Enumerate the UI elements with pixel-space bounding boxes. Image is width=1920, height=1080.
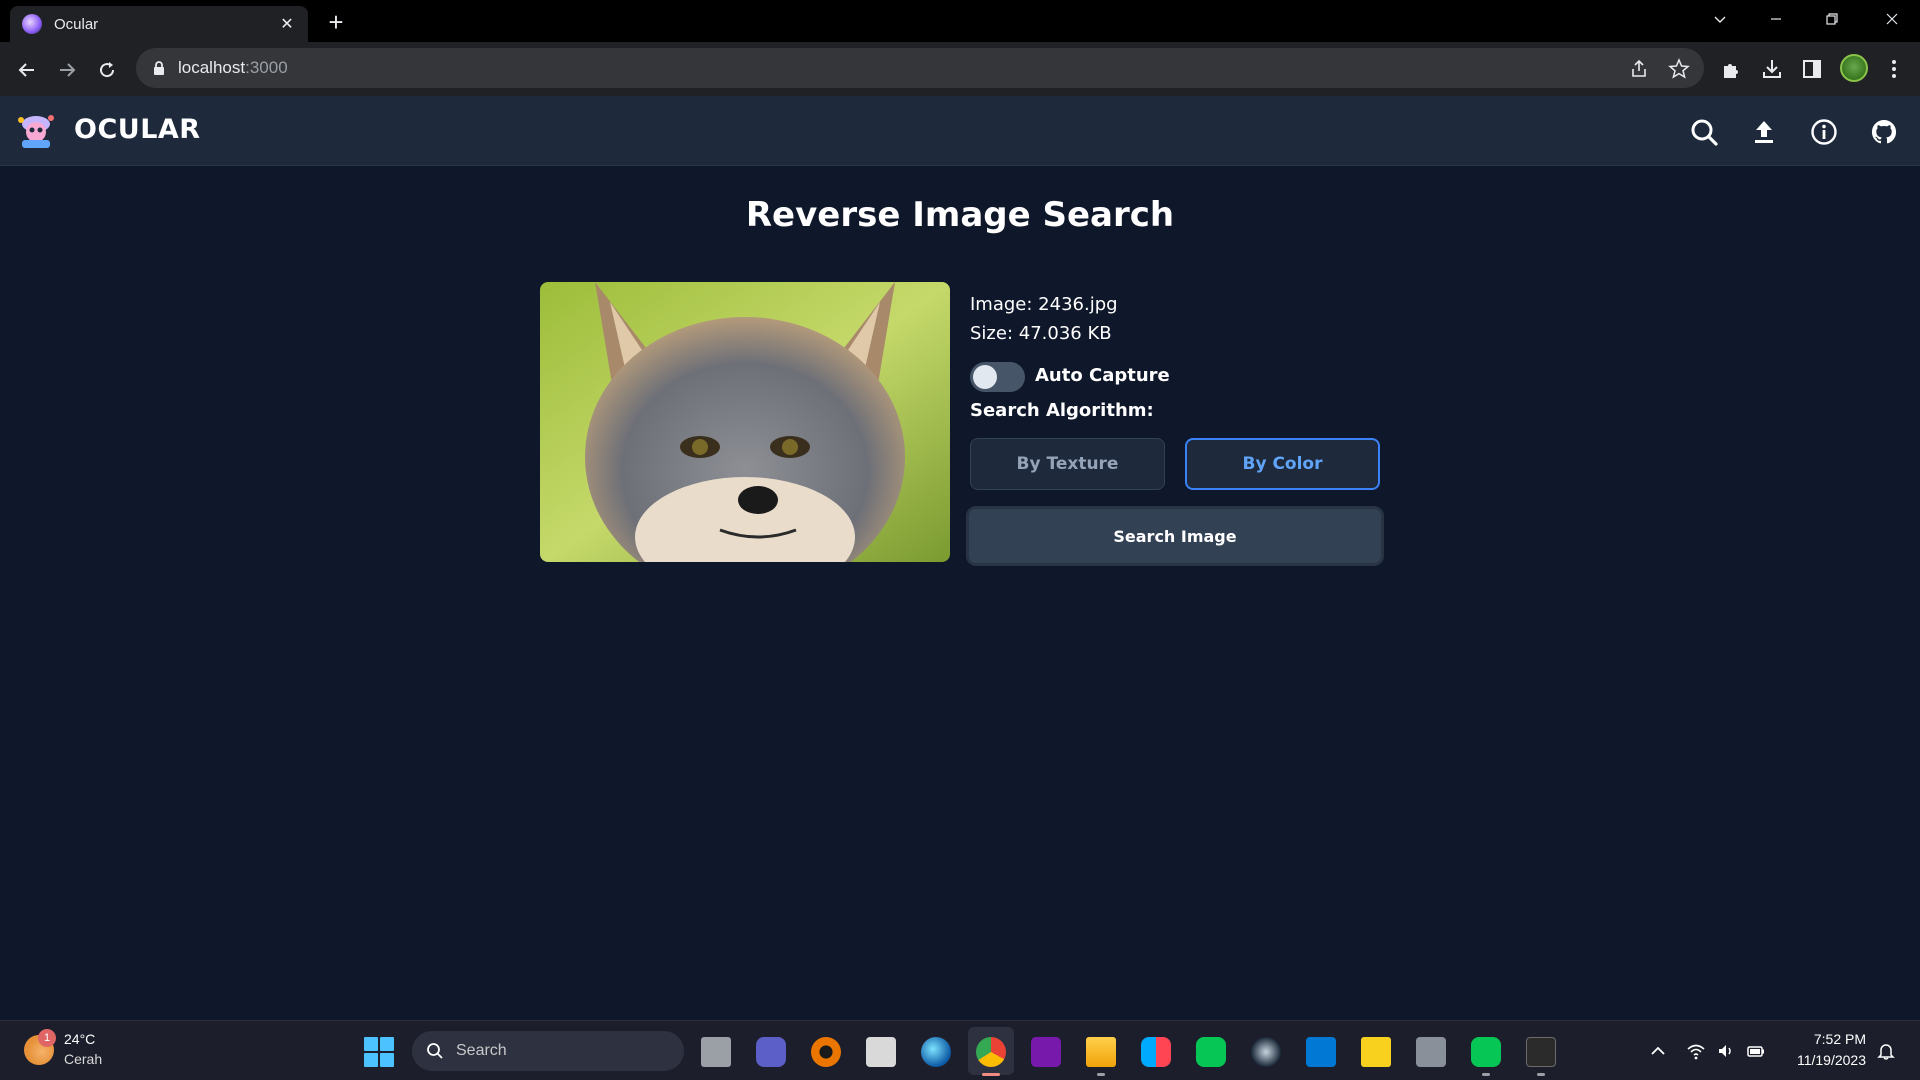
file-explorer-icon[interactable] [1086,1037,1116,1067]
game-switch-icon[interactable] [1141,1037,1171,1067]
info-icon[interactable] [1810,118,1838,146]
app-brand[interactable]: OCULAR [74,114,201,145]
terminal-icon[interactable] [1526,1037,1556,1067]
ocular-favicon-icon [22,14,42,34]
image-name-label: Image: 2436.jpg [970,294,1118,315]
line-icon[interactable] [1196,1037,1226,1067]
app-header: OCULAR [0,96,1920,166]
taskbar-search[interactable]: Search [412,1031,684,1071]
menu-kebab-icon[interactable] [1882,57,1906,81]
search-image-button[interactable]: Search Image [966,506,1384,566]
tab-title: Ocular [54,15,99,33]
notifications-bell-icon[interactable] [1876,1041,1896,1061]
image-size-label: Size: 47.036 KB [970,323,1112,344]
line-running-indicator [1482,1073,1490,1076]
extensions-icon[interactable] [1720,57,1744,81]
line-app-icon[interactable] [1471,1037,1501,1067]
wifi-icon[interactable] [1686,1041,1706,1061]
calculator-icon[interactable] [1416,1037,1446,1067]
weather-badge: 1 [38,1029,56,1047]
file-explorer-running-indicator [1097,1073,1105,1076]
bookmark-star-icon[interactable] [1668,58,1690,80]
vscode-icon[interactable] [1306,1037,1336,1067]
browser-toolbar: localhost:3000 [0,42,1920,96]
task-view-icon[interactable] [701,1037,731,1067]
back-button[interactable] [13,56,41,84]
upload-icon[interactable] [1750,118,1778,146]
auto-capture-toggle[interactable] [970,362,1025,392]
github-icon[interactable] [1870,118,1898,146]
browser-tabstrip: Ocular ✕ + [0,0,1920,42]
clock-time[interactable]: 7:52 PM [1788,1031,1866,1047]
search-algorithm-label: Search Algorithm: [970,400,1154,421]
search-icon[interactable] [1690,118,1718,146]
lock-icon[interactable] [152,60,166,76]
toggle-knob [973,365,997,389]
edge-icon[interactable] [921,1037,951,1067]
side-panel-icon[interactable] [1800,57,1824,81]
forward-button[interactable] [53,56,81,84]
search-icon [427,1043,443,1059]
sticky-notes-icon[interactable] [1361,1037,1391,1067]
close-window-button[interactable] [1864,0,1920,38]
clock-date[interactable]: 11/19/2023 [1780,1052,1866,1068]
by-color-button[interactable]: By Color [1185,438,1380,490]
download-icon[interactable] [1760,57,1784,81]
battery-icon[interactable] [1746,1041,1766,1061]
address-bar[interactable]: localhost:3000 [136,48,1704,88]
reload-button[interactable] [93,56,121,84]
blender-icon[interactable] [811,1037,841,1067]
tray-chevron-up-icon[interactable] [1648,1041,1668,1061]
volume-icon[interactable] [1716,1041,1736,1061]
ocular-logo-icon[interactable] [12,106,60,154]
by-texture-button[interactable]: By Texture [970,438,1165,490]
onenote-icon[interactable] [1031,1037,1061,1067]
taskbar-search-text: Search [456,1042,507,1059]
terminal-running-indicator [1537,1073,1545,1076]
browser-tab[interactable]: Ocular ✕ [10,6,308,42]
windows-start-icon[interactable] [364,1037,394,1067]
auto-capture-label: Auto Capture [1035,365,1170,386]
os-taskbar: 1 24°C Cerah Search 7:52 PM 11/19/2023 [0,1020,1920,1080]
weather-condition[interactable]: Cerah [64,1051,102,1067]
new-tab-button[interactable]: + [322,9,350,37]
profile-avatar[interactable] [1840,54,1868,82]
share-icon[interactable] [1628,58,1650,80]
minimize-button[interactable] [1748,0,1804,38]
restore-button[interactable] [1804,0,1860,38]
uploaded-image-preview [540,282,950,562]
close-tab-icon[interactable]: ✕ [278,15,296,33]
tab-search-chevron-icon[interactable] [1692,0,1748,38]
unity-icon[interactable] [866,1037,896,1067]
url-text[interactable]: localhost:3000 [178,58,288,78]
teams-chat-icon[interactable] [756,1037,786,1067]
page-title: Reverse Image Search [745,195,1175,235]
chrome-icon[interactable] [976,1037,1006,1067]
steam-icon[interactable] [1251,1037,1281,1067]
weather-temperature[interactable]: 24°C [64,1031,95,1047]
chrome-active-indicator [982,1073,1000,1076]
